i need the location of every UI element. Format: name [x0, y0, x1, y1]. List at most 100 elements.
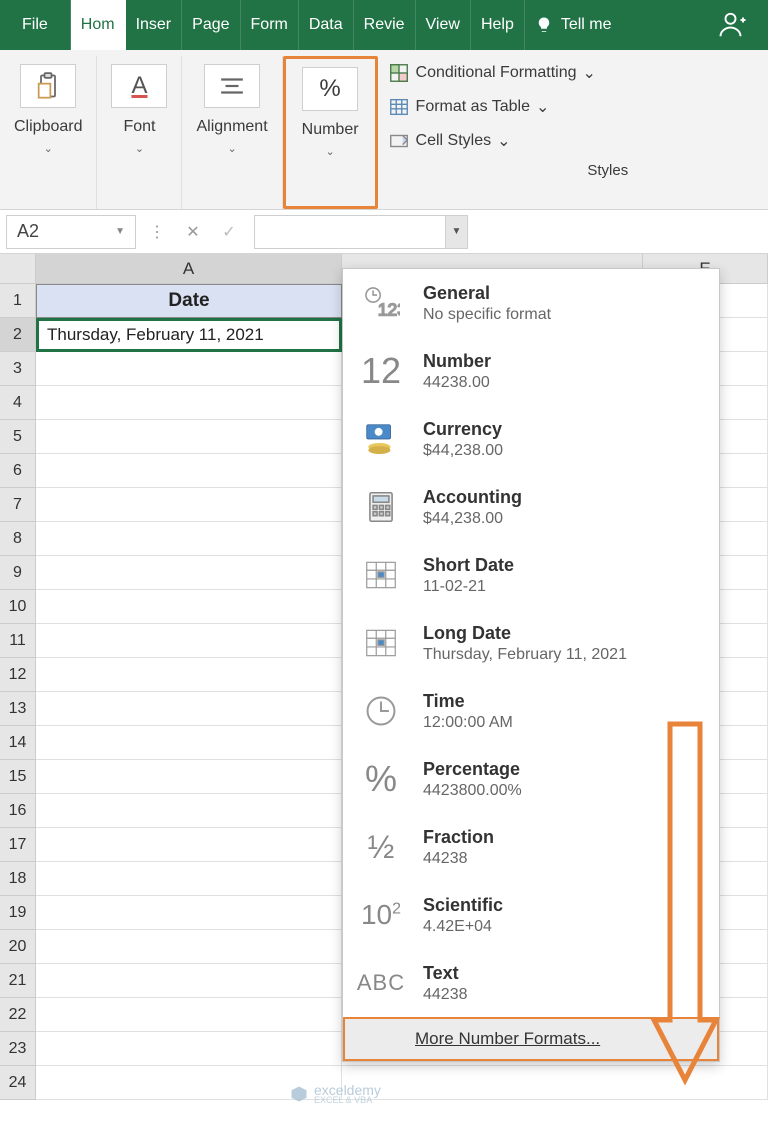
cell[interactable]	[36, 726, 342, 760]
row-header[interactable]: 13	[0, 692, 36, 726]
row-header[interactable]: 15	[0, 760, 36, 794]
cell[interactable]	[36, 998, 342, 1032]
format-as-table-button[interactable]: Format as Table⌄	[388, 90, 768, 124]
row-header[interactable]: 11	[0, 624, 36, 658]
format-option-currency[interactable]: Currency$44,238.00	[343, 405, 719, 473]
tab-help[interactable]: Help	[471, 0, 525, 50]
format-icon: ABC	[357, 959, 405, 1007]
cell[interactable]	[36, 930, 342, 964]
cancel-icon[interactable]: ✕	[178, 217, 208, 247]
row-header[interactable]: 24	[0, 1066, 36, 1100]
format-icon	[357, 415, 405, 463]
row-header[interactable]: 23	[0, 1032, 36, 1066]
column-header-a[interactable]: A	[36, 254, 342, 284]
row-header[interactable]: 3	[0, 352, 36, 386]
number-format-selector[interactable]: ▼	[254, 215, 468, 249]
conditional-formatting-icon	[388, 62, 410, 84]
format-option-accounting[interactable]: Accounting $44,238.00	[343, 473, 719, 541]
format-option-short-date[interactable]: Short Date11-02-21	[343, 541, 719, 609]
cell[interactable]	[36, 794, 342, 828]
cell[interactable]	[36, 692, 342, 726]
number-label: Number	[302, 121, 359, 139]
row-header[interactable]: 10	[0, 590, 36, 624]
row-header[interactable]: 17	[0, 828, 36, 862]
row-header[interactable]: 8	[0, 522, 36, 556]
conditional-formatting-button[interactable]: Conditional Formatting⌄	[388, 56, 768, 90]
tab-home[interactable]: Hom	[71, 0, 126, 50]
cell[interactable]	[36, 862, 342, 896]
user-account-icon[interactable]	[698, 0, 768, 50]
tell-me[interactable]: Tell me	[525, 0, 622, 50]
row-header[interactable]: 18	[0, 862, 36, 896]
cell-styles-icon	[388, 130, 410, 152]
ribbon-group-font[interactable]: A Font ⌄	[97, 56, 182, 209]
tab-data[interactable]: Data	[299, 0, 354, 50]
format-option-general[interactable]: 123GeneralNo specific format	[343, 269, 719, 337]
cell[interactable]	[36, 352, 342, 386]
select-all-corner[interactable]	[0, 254, 36, 284]
clipboard-icon	[20, 64, 76, 108]
row-header[interactable]: 4	[0, 386, 36, 420]
cell[interactable]	[36, 454, 342, 488]
ribbon-group-alignment[interactable]: Alignment ⌄	[182, 56, 282, 209]
format-preview: 4.42E+04	[423, 918, 503, 936]
format-option-number[interactable]: 12Number44238.00	[343, 337, 719, 405]
formula-bar: A2 ▼ ⋮ ✕ ✓ ▼	[0, 210, 768, 254]
tab-file[interactable]: File	[0, 0, 71, 50]
ribbon: Clipboard ⌄ A Font ⌄ Alignment ⌄ % Numbe…	[0, 50, 768, 210]
formula-options-icon[interactable]: ⋮	[142, 217, 172, 247]
row-header[interactable]: 6	[0, 454, 36, 488]
format-icon: %	[357, 755, 405, 803]
cell[interactable]	[36, 420, 342, 454]
tab-review[interactable]: Revie	[354, 0, 416, 50]
cell[interactable]	[36, 896, 342, 930]
cell[interactable]	[36, 658, 342, 692]
row-header[interactable]: 1	[0, 284, 36, 318]
cell[interactable]	[36, 522, 342, 556]
row-header[interactable]: 7	[0, 488, 36, 522]
dropdown-toggle-icon[interactable]: ▼	[445, 216, 467, 248]
chevron-down-icon: ⌄	[325, 145, 334, 158]
cell[interactable]	[36, 760, 342, 794]
ribbon-group-number[interactable]: % Number ⌄	[283, 56, 378, 209]
watermark-icon	[290, 1085, 308, 1103]
chevron-down-icon: ▼	[115, 226, 125, 237]
tab-page-layout[interactable]: Page	[182, 0, 240, 50]
cell[interactable]	[36, 556, 342, 590]
cell[interactable]	[36, 828, 342, 862]
row-header[interactable]: 2	[0, 318, 36, 352]
format-option-long-date[interactable]: Long DateThursday, February 11, 2021	[343, 609, 719, 677]
row-header[interactable]: 12	[0, 658, 36, 692]
row-header[interactable]: 22	[0, 998, 36, 1032]
row-header[interactable]: 9	[0, 556, 36, 590]
format-icon	[357, 483, 405, 531]
tab-insert[interactable]: Inser	[126, 0, 183, 50]
alignment-label: Alignment	[196, 118, 267, 136]
name-box[interactable]: A2 ▼	[6, 215, 136, 249]
confirm-icon[interactable]: ✓	[214, 217, 244, 247]
alignment-icon	[204, 64, 260, 108]
row-header[interactable]: 16	[0, 794, 36, 828]
cell[interactable]	[36, 488, 342, 522]
cell[interactable]	[36, 386, 342, 420]
cell[interactable]	[36, 1032, 342, 1066]
cell[interactable]	[36, 590, 342, 624]
tab-view[interactable]: View	[416, 0, 471, 50]
cell-a2-selected[interactable]: Thursday, February 11, 2021	[36, 318, 342, 352]
row-header[interactable]: 20	[0, 930, 36, 964]
cell-styles-button[interactable]: Cell Styles⌄	[388, 124, 768, 158]
cell-a1[interactable]: Date	[36, 284, 342, 318]
font-label: Font	[123, 118, 155, 136]
row-header[interactable]: 21	[0, 964, 36, 998]
ribbon-group-clipboard[interactable]: Clipboard ⌄	[0, 56, 97, 209]
row-header[interactable]: 19	[0, 896, 36, 930]
tab-formulas[interactable]: Form	[241, 0, 299, 50]
format-icon	[357, 619, 405, 667]
cell[interactable]	[36, 624, 342, 658]
cell[interactable]	[36, 964, 342, 998]
format-icon: ½	[357, 823, 405, 871]
row-header[interactable]: 14	[0, 726, 36, 760]
format-preview: 44238	[423, 850, 494, 868]
format-preview: 4423800.00%	[423, 782, 522, 800]
row-header[interactable]: 5	[0, 420, 36, 454]
